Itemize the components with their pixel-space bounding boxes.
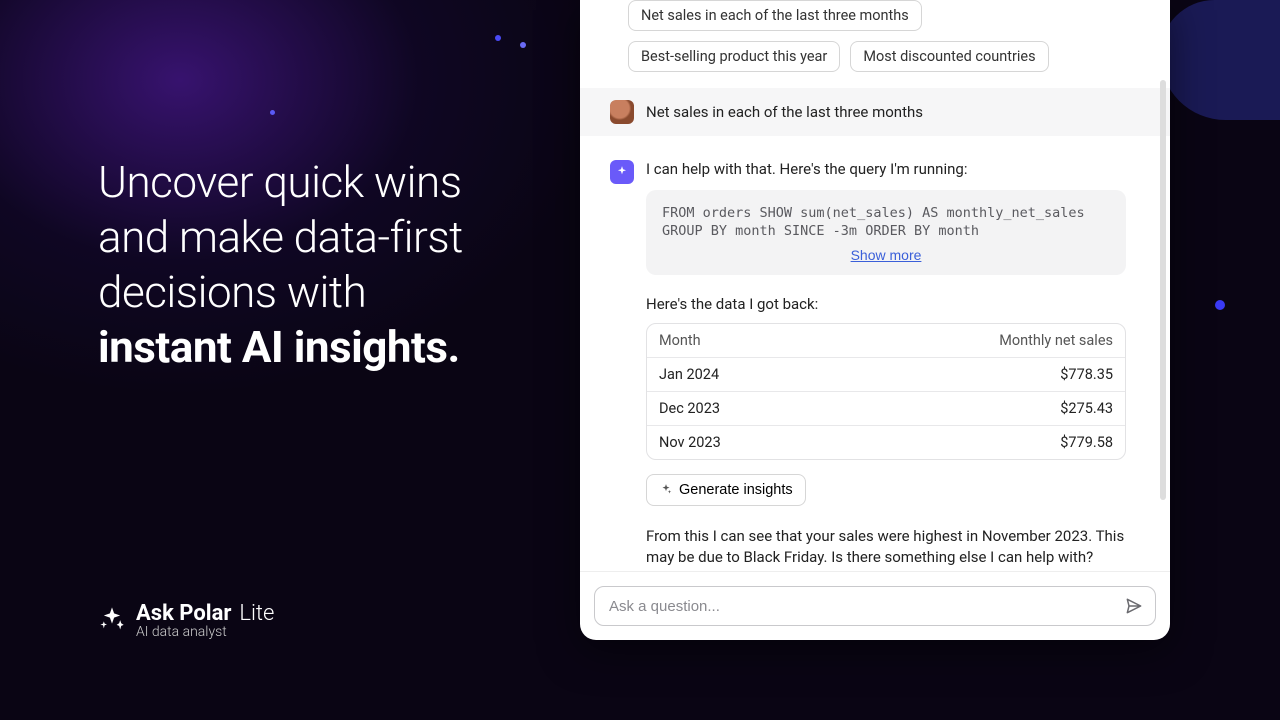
suggestion-chip[interactable]: Most discounted countries [850, 41, 1048, 72]
background-blob [1160, 0, 1280, 120]
generate-insights-label: Generate insights [679, 482, 793, 498]
sparkle-icon [98, 605, 126, 633]
table-cell: $778.35 [1060, 366, 1113, 383]
table-cell: $779.58 [1060, 434, 1113, 451]
suggestion-chip[interactable]: Net sales in each of the last three mont… [628, 0, 922, 31]
chat-input[interactable] [609, 598, 1123, 615]
table-header-cell: Monthly net sales [999, 332, 1113, 349]
user-message: Net sales in each of the last three mont… [646, 103, 923, 121]
brand-suffix: Lite [239, 601, 274, 626]
show-more-link[interactable]: Show more [662, 246, 1110, 265]
send-button[interactable] [1123, 595, 1145, 617]
decorative-dot [1215, 300, 1225, 310]
query-text: FROM orders SHOW sum(net_sales) AS month… [662, 205, 1085, 239]
ai-avatar-icon [610, 160, 634, 184]
table-row: Jan 2024 $778.35 [647, 357, 1125, 391]
table-cell: $275.43 [1060, 400, 1113, 417]
table-cell: Nov 2023 [659, 434, 721, 451]
generate-insights-button[interactable]: Generate insights [646, 474, 806, 506]
suggestion-chip[interactable]: Best-selling product this year [628, 41, 840, 72]
decorative-dot [520, 42, 526, 48]
user-message-row: Net sales in each of the last three mont… [580, 88, 1170, 136]
suggestion-chips: Net sales in each of the last three mont… [594, 0, 1156, 88]
chat-input-bar [580, 571, 1170, 640]
marketing-headline: Uncover quick wins and make data-first d… [98, 155, 538, 375]
headline-bold: instant AI insights. [98, 321, 460, 373]
brand-name: Ask Polar [136, 601, 231, 626]
brand-logo: Ask Polar Lite AI data analyst [98, 601, 274, 640]
brand-tagline: AI data analyst [136, 624, 274, 640]
headline-line: and make data-first [98, 211, 463, 263]
headline-line: Uncover quick wins [98, 156, 462, 208]
results-table: Month Monthly net sales Jan 2024 $778.35… [646, 323, 1126, 460]
table-row: Nov 2023 $779.58 [647, 425, 1125, 459]
headline-line: decisions with [98, 266, 366, 318]
send-icon [1124, 596, 1144, 616]
decorative-dot [495, 35, 501, 41]
user-avatar [610, 100, 634, 124]
ai-intro-text: I can help with that. Here's the query I… [646, 160, 1126, 178]
data-label: Here's the data I got back: [646, 295, 1126, 313]
query-code-block: FROM orders SHOW sum(net_sales) AS month… [646, 190, 1126, 275]
table-header-cell: Month [659, 332, 701, 349]
table-row: Dec 2023 $275.43 [647, 391, 1125, 425]
ai-message-row: I can help with that. Here's the query I… [594, 136, 1156, 568]
decorative-dot [270, 110, 275, 115]
scrollbar[interactable] [1160, 80, 1166, 500]
table-cell: Jan 2024 [659, 366, 719, 383]
sparkle-icon [659, 483, 673, 497]
table-header: Month Monthly net sales [647, 324, 1125, 357]
chat-window: Net sales in each of the last three mont… [580, 0, 1170, 640]
ai-summary-text: From this I can see that your sales were… [646, 526, 1126, 568]
table-cell: Dec 2023 [659, 400, 720, 417]
